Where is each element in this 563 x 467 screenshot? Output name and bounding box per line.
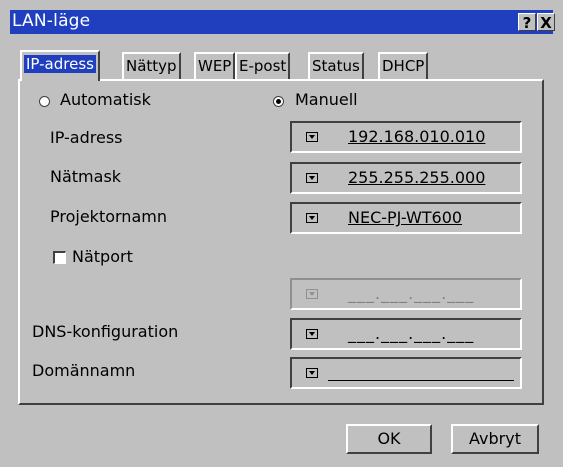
tab-status[interactable]: Status	[308, 52, 364, 79]
ip-address-label: IP-adress	[50, 128, 123, 147]
tab-email[interactable]: E-post	[235, 52, 291, 79]
ip-address-value: 192.168.010.010	[348, 127, 486, 146]
automatic-radio[interactable]	[39, 96, 50, 107]
netmask-value: 255.255.255.000	[348, 168, 486, 187]
chevron-down-icon	[306, 132, 318, 142]
domain-label: Domännamn	[32, 361, 136, 380]
automatic-label: Automatisk	[60, 90, 151, 109]
ip-address-panel: Automatisk Manuell IP-adress 192.168.010…	[18, 79, 544, 405]
dns-label: DNS-konfiguration	[32, 322, 179, 341]
dialog-title: LAN-läge	[12, 11, 91, 31]
manual-radio[interactable]	[273, 96, 284, 107]
lan-mode-dialog: LAN-läge ? X IP-adress Nättyp WEP E-post…	[0, 0, 563, 467]
close-button[interactable]: X	[537, 13, 555, 32]
gateway-field: ___.___.___.___	[290, 278, 522, 310]
domain-field[interactable]	[290, 357, 522, 389]
tab-status-label: Status	[312, 57, 360, 75]
help-button[interactable]: ?	[518, 13, 536, 32]
gateway-label: Nätport	[72, 247, 133, 266]
dns-field[interactable]: ___.___.___.___	[290, 318, 522, 350]
projector-name-value: NEC-PJ-WT600	[348, 208, 463, 227]
tab-network-type-label: Nättyp	[126, 57, 177, 75]
tab-email-label: E-post	[239, 57, 287, 75]
manual-label: Manuell	[295, 90, 358, 109]
netmask-field[interactable]: 255.255.255.000	[290, 162, 522, 194]
projector-name-field[interactable]: NEC-PJ-WT600	[290, 202, 522, 234]
domain-input-line	[328, 380, 514, 381]
projector-name-label: Projektornamn	[50, 207, 167, 226]
tab-dhcp-label: DHCP	[382, 57, 425, 75]
tab-wep-label: WEP	[198, 57, 232, 75]
ip-address-field[interactable]: 192.168.010.010	[290, 121, 522, 153]
tab-ip-address-label: IP-adress	[24, 55, 96, 73]
chevron-down-icon	[306, 173, 318, 183]
tab-ip-address[interactable]: IP-adress	[20, 50, 100, 81]
netmask-label: Nätmask	[50, 167, 122, 186]
gateway-value: ___.___.___.___	[348, 284, 475, 303]
ok-button[interactable]: OK	[346, 424, 432, 454]
cancel-button[interactable]: Avbryt	[451, 424, 539, 454]
chevron-down-icon	[306, 289, 318, 299]
chevron-down-icon	[306, 213, 318, 223]
chevron-down-icon	[306, 329, 318, 339]
dns-value: ___.___.___.___	[348, 324, 475, 343]
tab-network-type[interactable]: Nättyp	[122, 52, 181, 79]
tab-wep[interactable]: WEP	[194, 52, 236, 79]
title-bar: LAN-läge ? X	[10, 10, 555, 34]
gateway-checkbox[interactable]	[53, 251, 66, 264]
tab-dhcp[interactable]: DHCP	[378, 52, 429, 79]
chevron-down-icon	[306, 368, 318, 378]
